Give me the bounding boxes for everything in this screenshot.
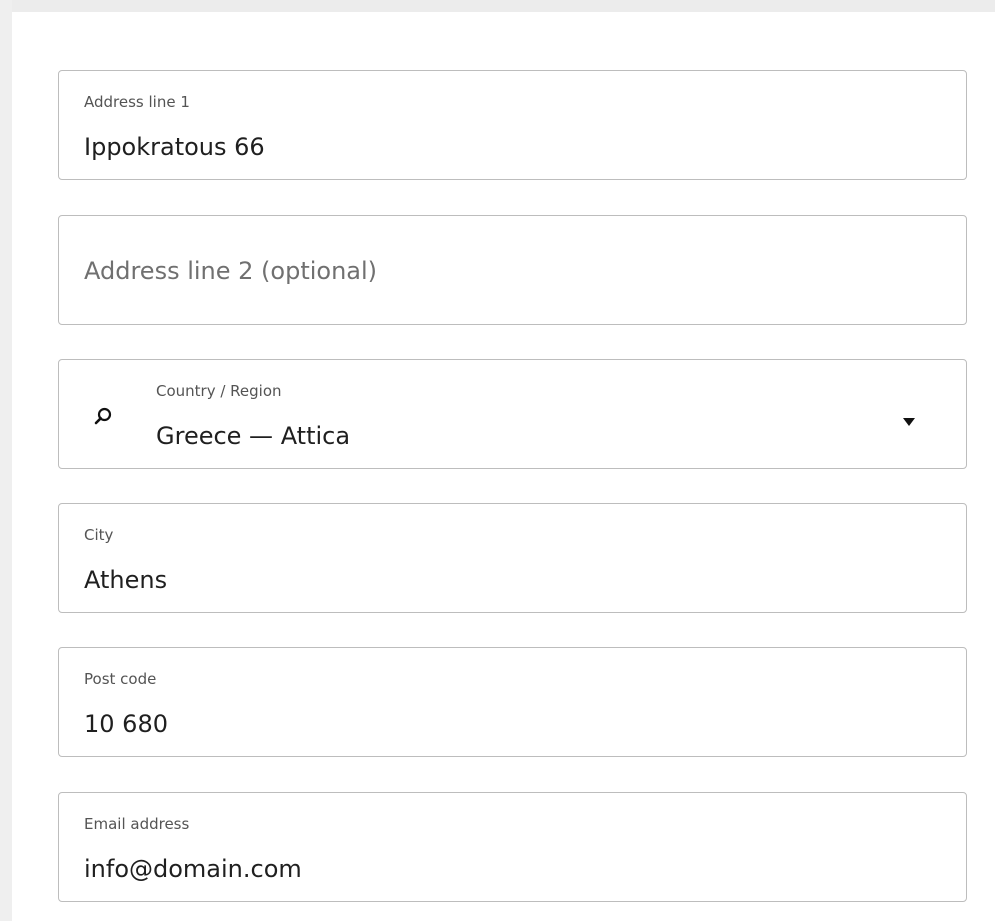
address-line-2-placeholder[interactable]: Address line 2 (optional) bbox=[84, 257, 377, 285]
city-label: City bbox=[84, 526, 114, 544]
address-line-1-label: Address line 1 bbox=[84, 93, 190, 111]
city-value[interactable]: Athens bbox=[84, 566, 167, 594]
window-left-edge bbox=[0, 0, 12, 921]
address-line-2-field[interactable]: Address line 2 (optional) bbox=[58, 215, 967, 325]
email-address-label: Email address bbox=[84, 815, 190, 833]
post-code-value[interactable]: 10 680 bbox=[84, 710, 168, 738]
email-address-value[interactable]: info@domain.com bbox=[84, 855, 302, 883]
country-region-label: Country / Region bbox=[156, 382, 282, 400]
search-icon bbox=[93, 406, 113, 426]
email-address-field[interactable]: Email address info@domain.com bbox=[58, 792, 967, 902]
country-region-select[interactable]: Country / Region Greece — Attica bbox=[58, 359, 967, 469]
address-line-1-value[interactable]: Ippokratous 66 bbox=[84, 133, 265, 161]
window-top-edge bbox=[0, 0, 995, 12]
post-code-label: Post code bbox=[84, 670, 157, 688]
address-line-1-field[interactable]: Address line 1 Ippokratous 66 bbox=[58, 70, 967, 180]
city-field[interactable]: City Athens bbox=[58, 503, 967, 613]
caret-down-icon[interactable] bbox=[902, 412, 916, 426]
country-region-value[interactable]: Greece — Attica bbox=[156, 422, 350, 450]
post-code-field[interactable]: Post code 10 680 bbox=[58, 647, 967, 757]
